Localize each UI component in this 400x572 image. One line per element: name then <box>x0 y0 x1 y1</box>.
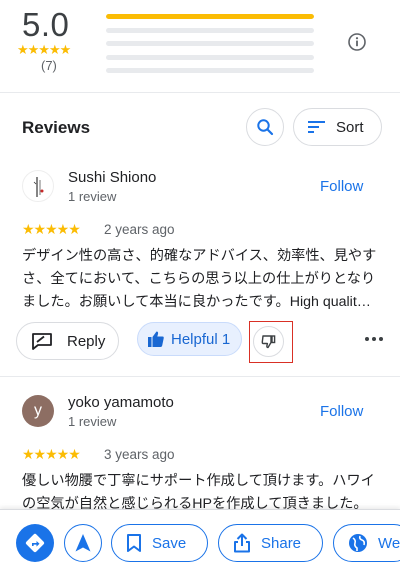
follow-button[interactable]: Follow <box>320 403 363 420</box>
more-dots-icon <box>365 337 383 341</box>
divider <box>0 92 400 93</box>
website-button[interactable]: We <box>333 524 400 562</box>
sort-label: Sort <box>336 118 364 136</box>
follow-button[interactable]: Follow <box>320 178 363 195</box>
share-label: Share <box>261 534 302 552</box>
rating-summary: 5.0 ★★★★★ (7) <box>0 0 400 92</box>
thumbs-down-icon <box>261 335 276 349</box>
save-label: Save <box>152 534 187 552</box>
avatar[interactable]: y <box>22 395 54 427</box>
reviewer-name[interactable]: yoko yamamoto <box>68 394 174 411</box>
reply-icon <box>32 333 52 350</box>
review-stars: ★★★★★ <box>22 446 81 462</box>
bottom-action-bar: Save Share We <box>0 509 400 572</box>
not-helpful-button[interactable] <box>253 326 284 357</box>
directions-icon <box>25 533 45 553</box>
sort-button[interactable]: Sort <box>293 108 382 146</box>
review-date: 2 years ago <box>104 222 175 237</box>
share-button[interactable]: Share <box>218 524 323 562</box>
rating-bar-5 <box>106 14 314 19</box>
directions-button[interactable] <box>16 524 54 562</box>
search-reviews-button[interactable] <box>246 108 284 146</box>
review-text[interactable]: 優しい物腰で丁寧にサポート作成して頂けます。ハワイの空気が自然と感じられるHPを… <box>22 470 380 510</box>
rating-distribution <box>106 14 314 82</box>
reviews-heading: Reviews <box>22 118 91 137</box>
save-button[interactable]: Save <box>111 524 208 562</box>
rating-bar-2 <box>106 54 314 60</box>
average-rating: 5.0 <box>22 6 70 43</box>
search-icon <box>257 119 274 136</box>
review-count: (7) <box>41 58 57 73</box>
bookmark-icon <box>127 534 141 552</box>
rating-bar-3 <box>106 41 314 46</box>
rating-bar-1 <box>106 68 314 73</box>
review-stars: ★★★★★ <box>22 221 81 237</box>
globe-icon <box>349 534 367 552</box>
rating-bar-4 <box>106 27 314 33</box>
website-label: We <box>378 534 400 552</box>
reviewer-name[interactable]: Sushi Shiono <box>68 169 156 186</box>
helpful-button[interactable]: Helpful 1 <box>137 322 242 356</box>
navigation-arrow-icon <box>75 534 91 552</box>
reply-label: Reply <box>67 332 106 350</box>
review-text[interactable]: デザイン性の高さ、的確なアドバイス、効率性、見やすさ、全てにおいて、こちらの思う… <box>22 245 380 314</box>
thumbs-up-icon <box>148 331 164 347</box>
sort-icon <box>308 121 325 133</box>
rating-bar-fill <box>106 14 314 19</box>
helpful-label: Helpful 1 <box>171 330 231 348</box>
info-icon[interactable] <box>347 32 367 52</box>
share-icon <box>234 533 250 553</box>
review-date: 3 years ago <box>104 447 175 462</box>
reply-button[interactable]: Reply <box>16 322 119 360</box>
sushi-logo-icon <box>33 177 44 197</box>
start-navigation-button[interactable] <box>64 524 102 562</box>
reviewer-meta: 1 review <box>68 414 117 429</box>
divider <box>0 376 400 377</box>
average-stars: ★★★★★ <box>17 42 71 57</box>
avatar[interactable] <box>22 170 54 202</box>
more-options-icon[interactable] <box>362 329 386 349</box>
reviewer-meta: 1 review <box>68 189 117 204</box>
